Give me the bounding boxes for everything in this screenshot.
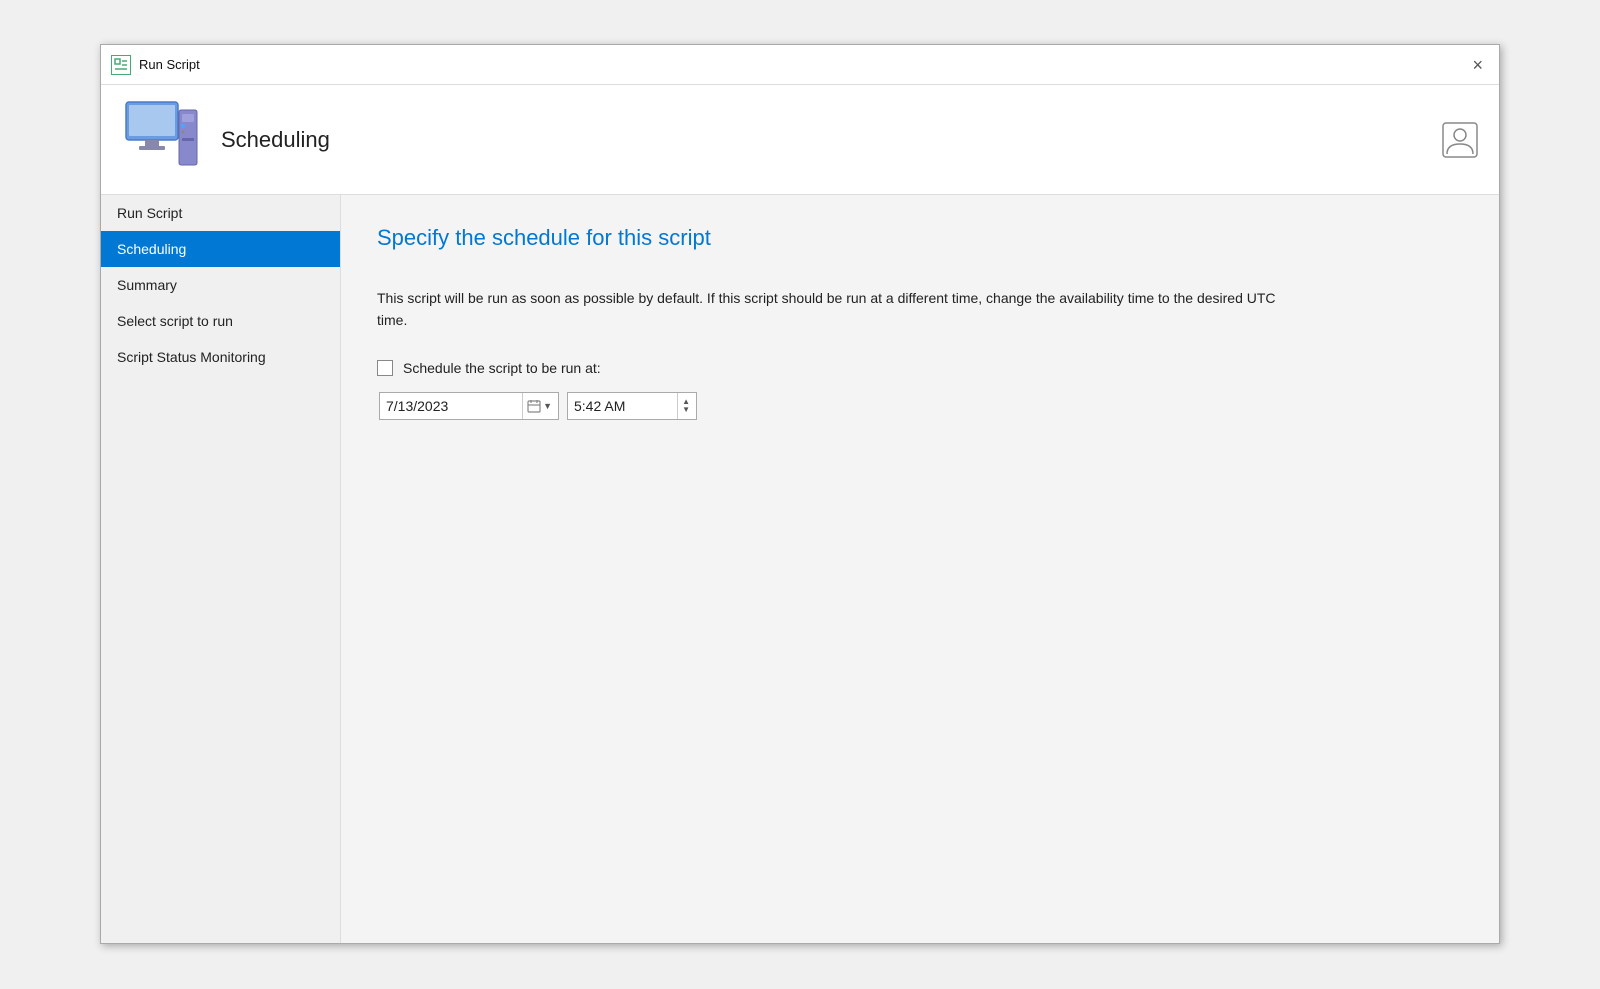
date-value: 7/13/2023 bbox=[386, 398, 516, 414]
schedule-checkbox[interactable] bbox=[377, 360, 393, 376]
time-input[interactable]: 5:42 AM ▲ ▼ bbox=[567, 392, 697, 420]
time-spinner[interactable]: ▲ ▼ bbox=[677, 393, 690, 419]
description: This script will be run as soon as possi… bbox=[377, 287, 1277, 332]
spinner-down-arrow[interactable]: ▼ bbox=[682, 406, 690, 414]
schedule-checkbox-row: Schedule the script to be run at: bbox=[377, 360, 1463, 376]
title-bar-left: Run Script bbox=[111, 55, 200, 75]
calendar-icon bbox=[527, 399, 541, 413]
close-button[interactable]: × bbox=[1466, 54, 1489, 76]
dropdown-arrow: ▼ bbox=[543, 401, 552, 411]
sidebar: Run Script Scheduling Summary Select scr… bbox=[101, 195, 341, 943]
person-icon bbox=[1441, 121, 1479, 159]
main-content: Specify the schedule for this script Thi… bbox=[341, 195, 1499, 943]
date-input[interactable]: 7/13/2023 ▼ bbox=[379, 392, 559, 420]
sidebar-item-scheduling[interactable]: Scheduling bbox=[101, 231, 340, 267]
sidebar-item-run-script[interactable]: Run Script bbox=[101, 195, 340, 231]
sidebar-item-script-status[interactable]: Script Status Monitoring bbox=[101, 339, 340, 375]
main-title: Specify the schedule for this script bbox=[377, 225, 1463, 251]
sidebar-item-select-script[interactable]: Select script to run bbox=[101, 303, 340, 339]
header-title: Scheduling bbox=[221, 127, 330, 153]
content-area: Run Script Scheduling Summary Select scr… bbox=[101, 195, 1499, 943]
date-picker-button[interactable]: ▼ bbox=[522, 393, 552, 419]
window-title: Run Script bbox=[139, 57, 200, 72]
header: Scheduling bbox=[101, 85, 1499, 195]
schedule-checkbox-label: Schedule the script to be run at: bbox=[403, 360, 601, 376]
sidebar-item-summary[interactable]: Summary bbox=[101, 267, 340, 303]
run-script-window: Run Script × Scheduling bbox=[100, 44, 1500, 944]
title-bar: Run Script × bbox=[101, 45, 1499, 85]
run-script-icon bbox=[111, 55, 131, 75]
computer-icon bbox=[121, 100, 201, 180]
datetime-row: 7/13/2023 ▼ 5:42 AM bbox=[379, 392, 1463, 420]
time-value: 5:42 AM bbox=[574, 398, 677, 414]
